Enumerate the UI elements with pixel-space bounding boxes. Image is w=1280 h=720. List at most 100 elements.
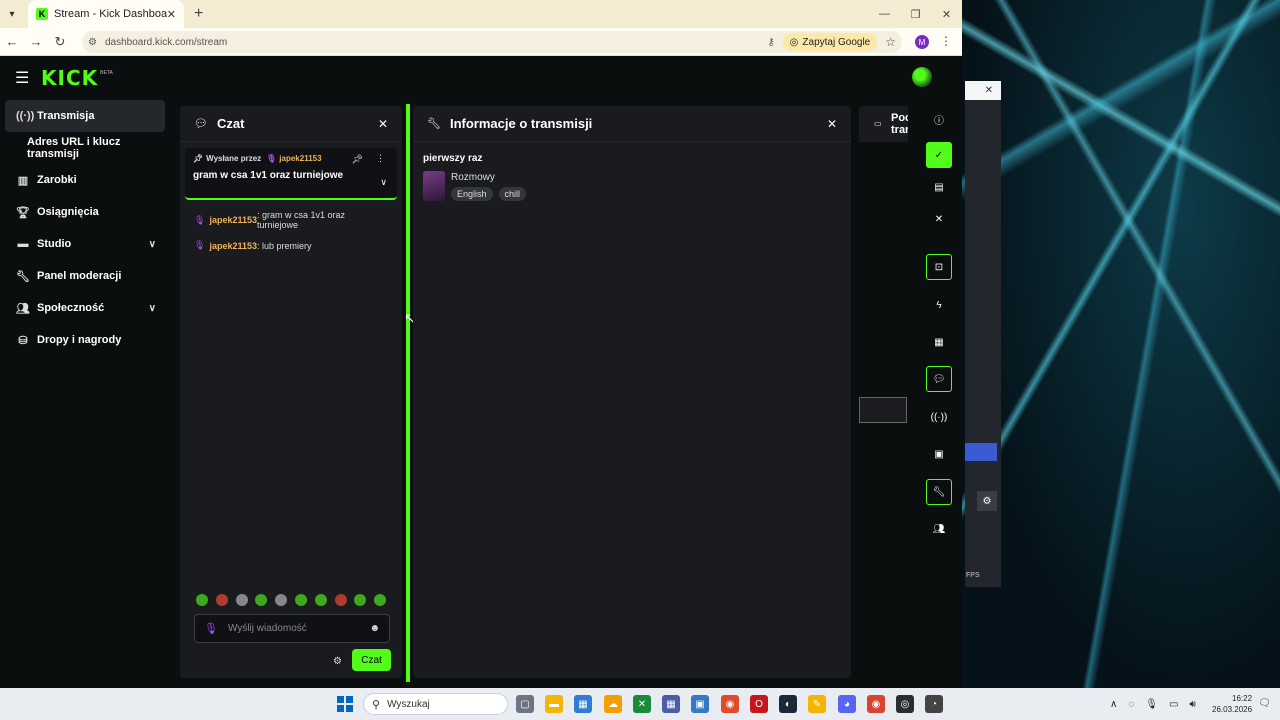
file-explorer-icon[interactable]: ▬ — [545, 695, 563, 713]
obs-icon[interactable]: ◎ — [896, 695, 914, 713]
pinned-message[interactable]: 📌︎ Wysłane przez 🎙︎ japek21153 📌︎ ⋮ gram… — [185, 148, 397, 200]
check-icon[interactable]: ✓ — [926, 142, 952, 168]
xbox-icon[interactable]: ✕ — [633, 695, 651, 713]
sidebar-item-spolecznosc[interactable]: 👥︎ Społeczność ∨ — [0, 292, 170, 324]
emote-icon[interactable] — [235, 594, 248, 606]
chat-input[interactable]: 🎙︎ Wyślij wiadomość ☻ — [194, 614, 390, 643]
sidebar-item-dropy[interactable]: ⛁ Dropy i nagrody — [0, 324, 170, 356]
emoji-icon[interactable]: ☻ — [369, 623, 380, 634]
app-icon[interactable]: ◔ — [925, 695, 943, 713]
sidebar-item-stream-key[interactable]: Adres URL i klucz transmisji — [0, 132, 170, 164]
stream-preview-thumbnail[interactable] — [859, 397, 907, 423]
more-options-icon[interactable]: ⋮ — [376, 153, 385, 164]
address-bar[interactable]: ⚙ dashboard.kick.com/stream ⚷ ◎ Zapytaj … — [82, 31, 902, 53]
key-icon[interactable]: ⚷ — [767, 37, 774, 48]
browser-tab[interactable]: K Stream - Kick Dashboard ✕ — [28, 0, 184, 28]
chevron-down-icon[interactable]: ∨ — [380, 177, 387, 188]
chrome-profile-icon[interactable]: ◉ — [867, 695, 885, 713]
tag[interactable]: English — [451, 187, 493, 201]
windows-start-icon[interactable] — [337, 696, 353, 712]
notification-icon[interactable]: 🗨︎ — [1258, 698, 1271, 709]
bookmark-star-icon[interactable]: ☆ — [885, 35, 896, 49]
close-window-icon[interactable]: ✕ — [931, 0, 962, 28]
site-info-icon[interactable]: ⚙ — [88, 37, 97, 48]
sidebar-item-panel-moderacji[interactable]: 🔧︎ Panel moderacji — [0, 260, 170, 292]
mic-badge-icon: 🎙︎ — [204, 623, 218, 635]
chat-settings-icon[interactable]: ⚙ — [333, 656, 342, 667]
chrome-icon[interactable]: ◉ — [721, 695, 739, 713]
emote-icon[interactable] — [294, 594, 307, 606]
hamburger-menu-icon[interactable]: ☰ — [15, 68, 29, 88]
ask-google-button[interactable]: ◎ Zapytaj Google — [782, 33, 878, 51]
back-icon[interactable]: ← — [0, 34, 24, 49]
user-avatar[interactable] — [912, 67, 932, 87]
background-app-window[interactable]: ✕ ⚙ FPS — [965, 81, 1001, 587]
sidebar-item-osiagniecia[interactable]: 🏆︎ Osiągnięcia — [0, 196, 170, 228]
kick-logo[interactable]: KICK — [41, 66, 98, 90]
info-icon[interactable]: ⓘ — [926, 106, 952, 132]
emote-icon[interactable] — [354, 594, 367, 606]
panel-resize-handle[interactable] — [406, 104, 410, 682]
discord-icon[interactable]: ◕ — [838, 695, 856, 713]
third-panel-title: Poctrar — [891, 112, 908, 136]
emote-icon[interactable] — [255, 594, 268, 606]
clock[interactable]: 16:22 26.03.2026 — [1212, 693, 1252, 715]
browser-menu-icon[interactable]: ⋮ — [940, 34, 952, 48]
minimize-icon[interactable]: — — [869, 0, 900, 28]
chat-username[interactable]: japek21153 — [209, 215, 257, 225]
app-icon[interactable]: ✎ — [808, 695, 826, 713]
unpin-icon[interactable]: 📌︎ — [352, 154, 363, 165]
broadcast-icon[interactable]: ((·)) — [926, 404, 952, 430]
selected-row[interactable] — [965, 443, 997, 461]
restore-icon[interactable]: ❐ — [900, 0, 931, 28]
chat-panel-icon[interactable]: 💬︎ — [926, 366, 952, 392]
people-icon[interactable]: 👥︎ — [926, 516, 952, 542]
emote-icon[interactable] — [196, 594, 208, 606]
tab-search-icon[interactable]: ▾ — [0, 9, 24, 20]
notes-icon[interactable]: ▦ — [926, 329, 952, 355]
pinned-username[interactable]: japek21153 — [279, 154, 321, 163]
lightning-icon[interactable]: ϟ — [926, 292, 952, 318]
sidebar: ((·)) Transmisja Adres URL i klucz trans… — [0, 100, 170, 356]
calculator-icon[interactable]: ▦ — [662, 695, 680, 713]
chat-message: 🎙︎ japek21153 : lub premiery — [180, 240, 402, 251]
volume-icon[interactable]: 🔊︎ — [1189, 699, 1195, 710]
sidebar-item-zarobki[interactable]: ▥ Zarobki — [0, 164, 170, 196]
layers-icon[interactable]: ▣ — [926, 441, 952, 467]
tag[interactable]: chill — [498, 187, 527, 201]
task-view-icon[interactable]: ▢ — [516, 695, 534, 713]
wrench-icon[interactable]: 🔧︎ — [926, 479, 952, 505]
close-icon[interactable]: ✕ — [926, 206, 952, 232]
close-icon[interactable]: ✕ — [965, 81, 1001, 100]
network-icon[interactable]: ◌ — [1128, 699, 1134, 710]
sidebar-item-studio[interactable]: ▬ Studio ∨ — [0, 228, 170, 260]
photos-icon[interactable]: ▦ — [574, 695, 592, 713]
reload-icon[interactable]: ↻ — [48, 34, 72, 50]
emote-icon[interactable] — [334, 594, 347, 606]
tab-close-icon[interactable]: ✕ — [167, 8, 176, 21]
tray-chevron-up-icon[interactable]: ∧ — [1110, 699, 1117, 710]
emote-icon[interactable] — [314, 594, 327, 606]
emote-icon[interactable] — [374, 594, 387, 606]
profile-avatar[interactable]: M — [915, 35, 929, 49]
taskbar-search[interactable]: ⚲ Wyszukaj — [363, 693, 508, 715]
new-tab-icon[interactable]: + — [194, 5, 203, 23]
opera-icon[interactable]: O — [750, 695, 768, 713]
chat-username[interactable]: japek21153 — [209, 241, 257, 251]
wifi-icon[interactable]: ▭ — [1169, 699, 1178, 710]
weather-icon[interactable]: ☁ — [604, 695, 622, 713]
stream-category[interactable]: Rozmowy — [451, 172, 495, 183]
emote-icon[interactable] — [215, 594, 228, 606]
close-info-icon[interactable]: ✕ — [827, 117, 837, 131]
emote-icon[interactable] — [275, 594, 288, 606]
forward-icon[interactable]: → — [24, 34, 48, 49]
sidebar-item-transmisja[interactable]: ((·)) Transmisja — [5, 100, 165, 132]
gear-icon[interactable]: ⚙ — [977, 491, 997, 511]
steam-icon[interactable]: ◐ — [779, 695, 797, 713]
store-icon[interactable]: ▣ — [691, 695, 709, 713]
microphone-icon[interactable]: 🎙︎ — [1145, 699, 1158, 710]
layout-icon[interactable]: ▤ — [926, 174, 952, 200]
close-chat-icon[interactable]: ✕ — [378, 117, 388, 131]
chat-send-button[interactable]: Czat — [352, 649, 391, 671]
screen-capture-icon[interactable]: ⊡ — [926, 254, 952, 280]
